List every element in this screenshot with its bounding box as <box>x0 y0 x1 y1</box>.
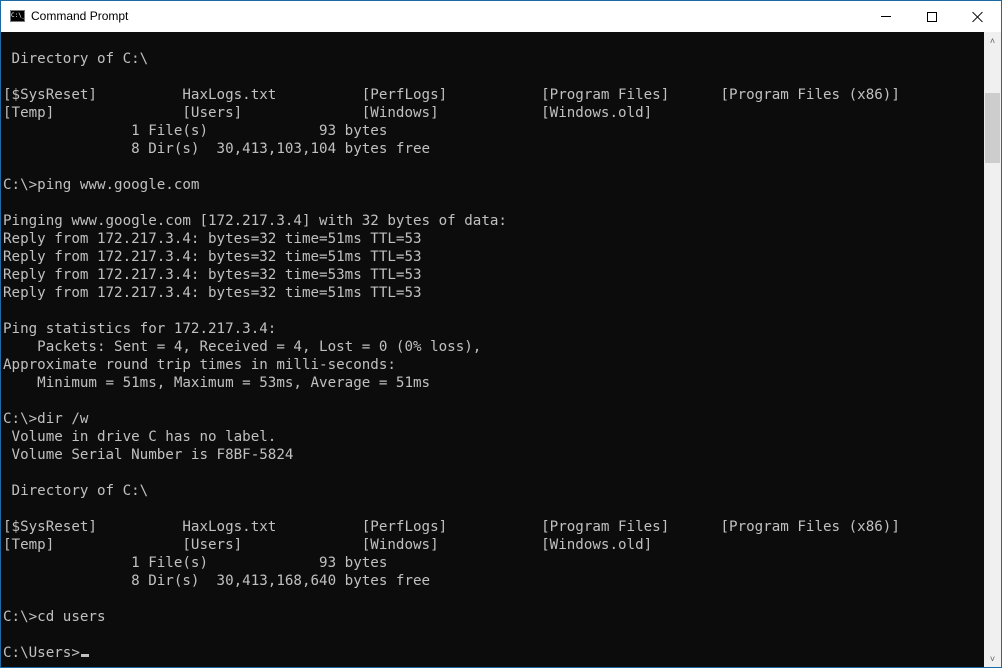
chevron-down-icon: ˅ <box>989 653 996 664</box>
console-line: [Temp] [Users] [Windows] [Windows.old] <box>3 537 653 553</box>
scroll-up-button[interactable]: ˄ <box>984 32 1001 49</box>
text-cursor <box>80 654 89 657</box>
minimize-icon <box>881 16 891 17</box>
console-line: 8 Dir(s) 30,413,103,104 bytes free <box>3 141 431 157</box>
chevron-up-icon: ˄ <box>989 35 996 46</box>
console-output[interactable]: Directory of C:\ [$SysReset] HaxLogs.txt … <box>1 32 984 667</box>
console-line: Volume Serial Number is F8BF-5824 <box>3 447 294 463</box>
maximize-button[interactable] <box>909 1 955 32</box>
minimize-button[interactable] <box>863 1 909 32</box>
console-line: C:\>dir /w <box>3 411 89 427</box>
console-line: C:\>cd users <box>3 609 106 625</box>
cmd-icon[interactable]: C:\_ <box>10 10 25 22</box>
console-line: 1 File(s) 93 bytes <box>3 555 388 571</box>
console-line: Reply from 172.217.3.4: bytes=32 time=51… <box>3 231 422 247</box>
console-line: Directory of C:\ <box>3 51 149 67</box>
close-button[interactable] <box>955 1 1001 32</box>
current-prompt: C:\Users> <box>3 645 80 661</box>
scroll-down-button[interactable]: ˅ <box>984 650 1001 667</box>
title-bar[interactable]: C:\_ Command Prompt <box>1 1 1001 32</box>
command-prompt-window: C:\_ Command Prompt Directory of C:\ [$Sy… <box>0 0 1002 668</box>
window-title: Command Prompt <box>31 9 129 23</box>
console-line: Volume in drive C has no label. <box>3 429 277 445</box>
vertical-scrollbar[interactable]: ˄ ˅ <box>984 32 1001 667</box>
console-line: Reply from 172.217.3.4: bytes=32 time=51… <box>3 285 422 301</box>
console-line: [Temp] [Users] [Windows] [Windows.old] <box>3 105 653 121</box>
maximize-icon <box>927 11 937 22</box>
console-line: Pinging www.google.com [172.217.3.4] wit… <box>3 213 507 229</box>
console-line: [$SysReset] HaxLogs.txt [PerfLogs] [Prog… <box>3 519 900 535</box>
console-line: Reply from 172.217.3.4: bytes=32 time=51… <box>3 249 422 265</box>
console-line: [$SysReset] HaxLogs.txt [PerfLogs] [Prog… <box>3 87 900 103</box>
console-line: C:\>ping www.google.com <box>3 177 200 193</box>
console-line: Packets: Sent = 4, Received = 4, Lost = … <box>3 339 482 355</box>
scroll-thumb[interactable] <box>985 93 1000 163</box>
console-line: Reply from 172.217.3.4: bytes=32 time=53… <box>3 267 422 283</box>
console-line: 8 Dir(s) 30,413,168,640 bytes free <box>3 573 431 589</box>
prompt-line[interactable]: C:\Users> <box>3 644 900 662</box>
console-line: 1 File(s) 93 bytes <box>3 123 388 139</box>
console-line: Minimum = 51ms, Maximum = 53ms, Average … <box>3 375 431 391</box>
console-text: Directory of C:\ [$SysReset] HaxLogs.txt … <box>3 50 900 662</box>
console-line: Directory of C:\ <box>3 483 149 499</box>
console-line: Approximate round trip times in milli-se… <box>3 357 396 373</box>
close-icon <box>972 11 984 23</box>
console-line: Ping statistics for 172.217.3.4: <box>3 321 277 337</box>
